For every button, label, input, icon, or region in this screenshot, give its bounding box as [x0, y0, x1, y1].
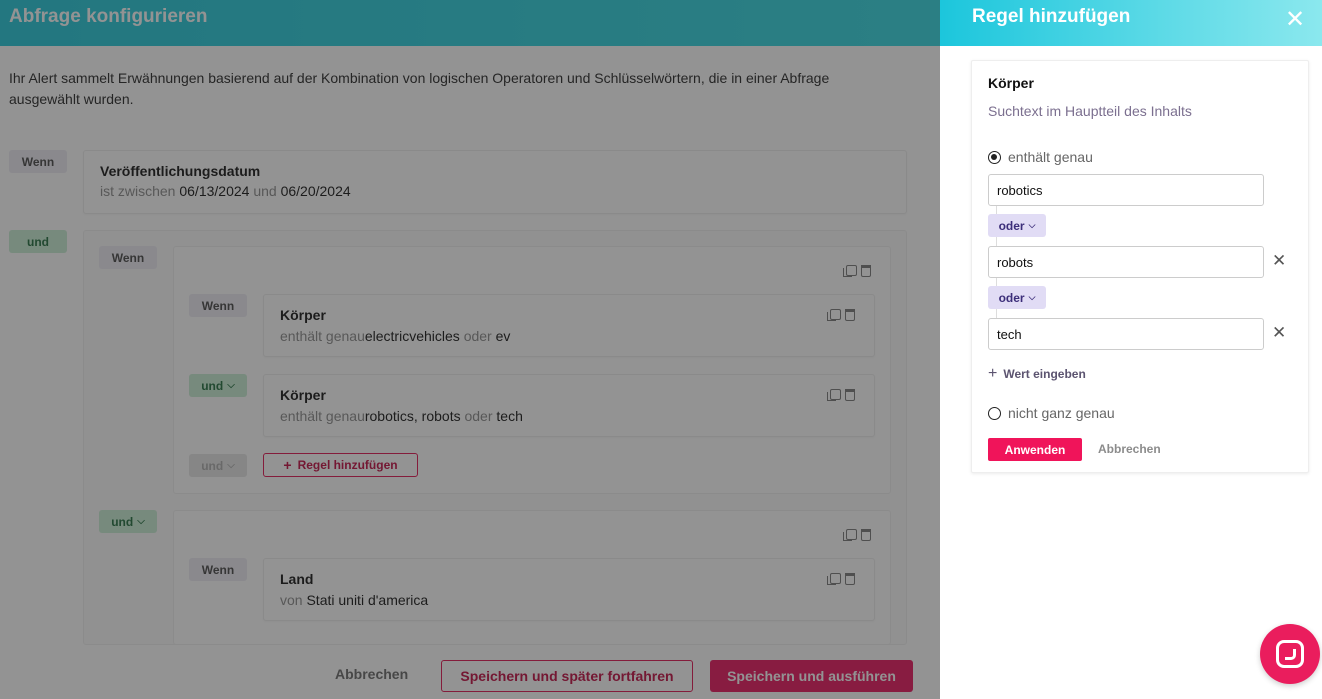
radio-checked-icon[interactable] [988, 150, 1001, 164]
chevron-down-icon: ⌵ [1028, 292, 1036, 302]
oder-label: oder [998, 218, 1025, 233]
chat-support-button[interactable] [1260, 624, 1320, 684]
modal-overlay[interactable] [0, 0, 940, 699]
rule-editor-card: Körper Suchtext im Hauptteil des Inhalts… [971, 60, 1309, 473]
cancel-button[interactable]: Abbrechen [1098, 442, 1161, 456]
oder-dropdown[interactable]: oder ⌵ [988, 286, 1046, 309]
remove-value-icon[interactable]: ✕ [1272, 323, 1286, 343]
chat-icon [1276, 640, 1304, 668]
add-rule-drawer: Regel hinzufügen ✕ Körper Suchtext im Ha… [940, 0, 1322, 699]
apply-button[interactable]: Anwenden [988, 438, 1082, 461]
remove-value-icon[interactable]: ✕ [1272, 251, 1286, 271]
plus-icon: + [988, 365, 998, 382]
oder-label: oder [998, 290, 1025, 305]
radio-exact[interactable]: enthält genau [988, 149, 1093, 165]
oder-dropdown[interactable]: oder ⌵ [988, 214, 1046, 237]
radio-loose-label: nicht ganz genau [1008, 405, 1115, 421]
rule-editor-title: Körper [988, 75, 1034, 91]
add-value-label: Wert eingeben [1003, 367, 1086, 381]
value-input[interactable]: robots [988, 246, 1264, 278]
radio-exact-label: enthält genau [1008, 149, 1093, 165]
rule-editor-subtitle: Suchtext im Hauptteil des Inhalts [988, 103, 1192, 119]
add-value-button[interactable]: + Wert eingeben [988, 365, 1086, 383]
close-icon[interactable]: ✕ [1285, 5, 1305, 34]
value-input[interactable]: tech [988, 318, 1264, 350]
chevron-down-icon: ⌵ [1028, 220, 1036, 230]
query-config-page: Abfrage konfigurieren Ihr Alert sammelt … [0, 0, 940, 699]
radio-unchecked-icon[interactable] [988, 406, 1001, 420]
value-input[interactable]: robotics [988, 174, 1264, 206]
radio-loose[interactable]: nicht ganz genau [988, 405, 1115, 421]
drawer-title: Regel hinzufügen [972, 6, 1131, 27]
drawer-header: Regel hinzufügen ✕ [940, 0, 1322, 46]
